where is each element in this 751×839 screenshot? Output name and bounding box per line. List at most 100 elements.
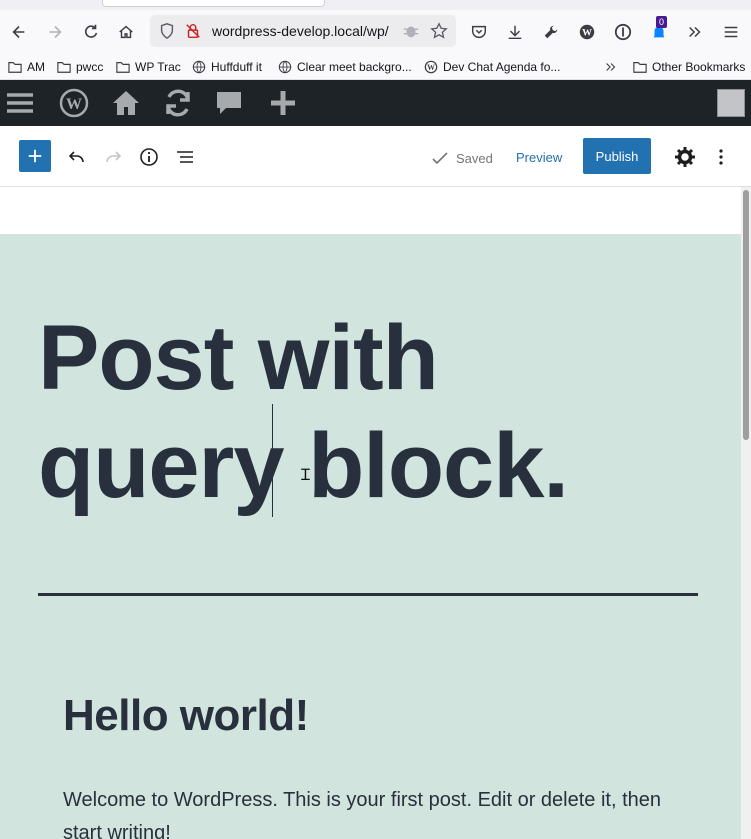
svg-text:W: W: [427, 63, 435, 72]
details-button[interactable]: [133, 141, 165, 173]
reload-icon: [85, 24, 98, 38]
folder-icon: [8, 62, 22, 73]
redo-icon: [106, 151, 122, 163]
wp-admin-bar: W: [0, 80, 751, 126]
plus-icon: [28, 149, 42, 163]
bookmark-item[interactable]: W Dev Chat Agenda fo...: [424, 58, 560, 76]
download-icon: [508, 25, 522, 40]
reload-button[interactable]: [78, 19, 104, 45]
block-inserter-toggle[interactable]: [19, 140, 51, 172]
list-view-button[interactable]: [169, 141, 201, 173]
browser-tab-strip: [0, 0, 751, 10]
plus-icon: [271, 91, 295, 115]
text-cursor-icon: Ɪ: [301, 465, 310, 484]
wordpress-extension-button[interactable]: W: [574, 19, 600, 45]
wordpress-icon: W: [579, 24, 595, 40]
gear-icon: [675, 147, 695, 167]
site-home-link[interactable]: [110, 87, 142, 119]
wrench-icon: [544, 25, 558, 39]
svg-text:W: W: [66, 96, 82, 113]
folder-icon: [57, 62, 71, 73]
bookmark-star-icon[interactable]: [430, 22, 448, 40]
folder-icon: [116, 62, 130, 73]
admin-menu-toggle[interactable]: [4, 87, 36, 119]
hamburger-menu-icon: [7, 93, 33, 113]
query-post-excerpt[interactable]: Welcome to WordPress. This is your first…: [63, 784, 683, 839]
pocket-icon: [471, 25, 487, 39]
bookmark-label: Huffduff it: [211, 60, 262, 74]
saved-indicator: Saved: [430, 148, 493, 168]
bookmarks-toolbar: AM pwcc WP Trac Huffduff it Clear meet b…: [0, 54, 751, 80]
preview-button[interactable]: Preview: [508, 140, 570, 174]
downloads-button[interactable]: [502, 19, 528, 45]
undo-icon: [68, 151, 84, 163]
overflow-menu-button[interactable]: [682, 19, 708, 45]
hamburger-menu-icon: [724, 26, 738, 38]
forward-arrow-icon: [49, 26, 62, 38]
user-avatar[interactable]: [717, 89, 745, 117]
settings-button[interactable]: [669, 141, 701, 173]
editor-header: Saved Preview Publish: [0, 126, 751, 187]
post-content-area: Post with query block. Ɪ Hello world! We…: [0, 234, 741, 839]
wordpress-icon: W: [424, 60, 438, 74]
tools-button[interactable]: [538, 19, 564, 45]
publish-button[interactable]: Publish: [583, 138, 651, 174]
bug-icon[interactable]: [402, 22, 420, 40]
more-options-button[interactable]: [705, 141, 737, 173]
double-chevron-right-icon: [689, 26, 701, 38]
bookmark-item[interactable]: WP Trac: [116, 58, 181, 76]
onepassword-icon: [614, 23, 632, 41]
password-manager-button[interactable]: [610, 19, 636, 45]
bookmark-item[interactable]: pwcc: [57, 58, 103, 76]
info-icon: [140, 148, 158, 166]
editor-canvas: Post with query block. Ɪ Hello world! We…: [0, 187, 741, 839]
wordpress-logo-icon: W: [59, 88, 89, 118]
bookmark-label: WP Trac: [135, 60, 181, 74]
active-tab[interactable]: [102, 0, 325, 7]
home-icon: [113, 91, 139, 115]
comments-link[interactable]: [213, 87, 245, 119]
app-menu-button[interactable]: [718, 19, 744, 45]
bookmark-label: pwcc: [76, 60, 104, 74]
double-chevron-right-icon: [606, 63, 616, 71]
redo-button[interactable]: [97, 141, 129, 173]
comment-bubble-icon: [217, 92, 241, 114]
forward-button[interactable]: [42, 19, 68, 45]
home-button[interactable]: [113, 19, 139, 45]
shield-icon[interactable]: [158, 22, 176, 40]
extension-count-badge: 0: [656, 16, 668, 28]
bookmark-item[interactable]: Clear meet backgro...: [278, 58, 412, 76]
svg-text:W: W: [582, 28, 592, 39]
bookmark-item[interactable]: AM: [8, 58, 45, 76]
query-post-title[interactable]: Hello world!: [63, 691, 309, 741]
pocket-button[interactable]: [466, 19, 492, 45]
kebab-menu-icon: [719, 149, 723, 165]
updates-icon: [166, 89, 190, 117]
bookmarks-overflow-button[interactable]: [604, 58, 623, 76]
bookmark-label: Dev Chat Agenda fo...: [443, 60, 561, 74]
bookmark-item[interactable]: Huffduff it: [192, 58, 262, 76]
post-title[interactable]: Post with query block.: [38, 304, 678, 520]
folder-icon: [633, 62, 647, 73]
globe-icon: [278, 60, 292, 74]
updates-link[interactable]: [162, 87, 194, 119]
scrollbar-thumb[interactable]: [743, 190, 749, 440]
browser-toolbar: wordpress-develop.local/wp/ W 0: [0, 10, 751, 54]
other-bookmarks-folder[interactable]: Other Bookmarks: [633, 58, 745, 76]
checkmark-icon: [432, 152, 448, 165]
wp-logo-menu[interactable]: W: [58, 87, 90, 119]
address-bar[interactable]: wordpress-develop.local/wp/: [150, 15, 456, 47]
saved-label: Saved: [456, 150, 493, 166]
bookmark-label: AM: [27, 60, 45, 74]
undo-button[interactable]: [61, 141, 93, 173]
back-button[interactable]: [6, 19, 32, 45]
bookmark-label: Other Bookmarks: [652, 60, 746, 74]
bookmark-label: Clear meet backgro...: [297, 60, 412, 74]
new-content-link[interactable]: [267, 87, 299, 119]
back-arrow-icon: [12, 26, 25, 38]
home-icon: [119, 25, 133, 39]
text-caret: [272, 404, 273, 517]
url-text: wordpress-develop.local/wp/: [212, 23, 389, 39]
insecure-lock-icon[interactable]: [184, 22, 202, 40]
separator-block[interactable]: [38, 593, 698, 596]
